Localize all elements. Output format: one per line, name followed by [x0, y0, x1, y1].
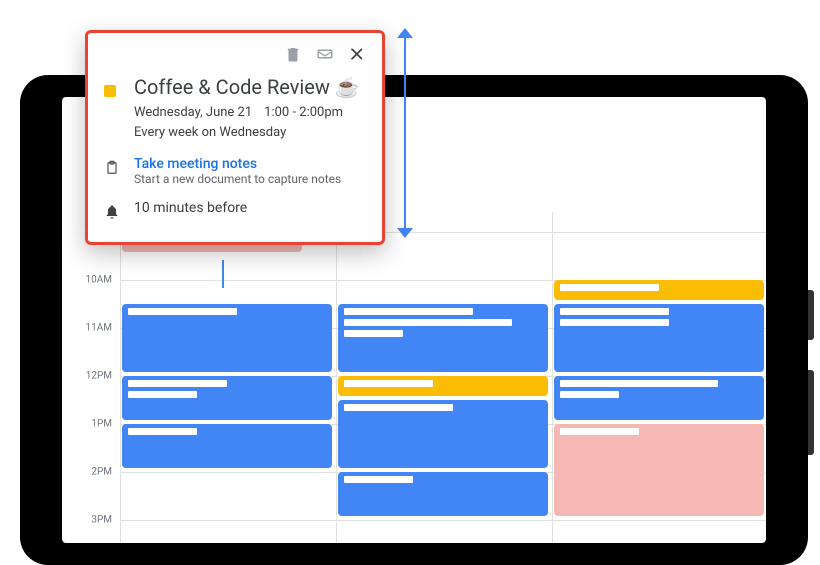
event-title: Coffee & Code Review ☕ — [134, 75, 360, 99]
take-notes-subtitle: Start a new document to capture notes — [134, 172, 341, 186]
calendar-event[interactable] — [122, 424, 332, 468]
calendar-event[interactable] — [338, 376, 548, 396]
time-label: 3PM — [91, 515, 112, 526]
time-label: 2PM — [91, 467, 112, 478]
callout-pointer-line — [222, 260, 224, 288]
event-recurrence: Every week on Wednesday — [134, 123, 360, 143]
calendar-event[interactable] — [554, 280, 764, 300]
reminder-text: 10 minutes before — [134, 200, 247, 216]
close-icon[interactable] — [348, 45, 366, 67]
bell-icon — [104, 204, 120, 220]
time-label: 10AM — [86, 275, 113, 286]
tablet-hw-button-2 — [808, 370, 814, 455]
event-details-popup: Coffee & Code Review ☕ Wednesday, June 2… — [85, 30, 385, 245]
calendar-event[interactable] — [338, 400, 548, 468]
calendar-event[interactable] — [338, 472, 548, 516]
time-label: 11AM — [86, 323, 113, 334]
calendar-event[interactable] — [122, 376, 332, 420]
time-label: 12PM — [86, 371, 112, 382]
resize-indicator-arrow — [395, 28, 415, 238]
clipboard-icon — [104, 160, 120, 176]
calendar-event[interactable] — [554, 376, 764, 420]
calendar-event[interactable] — [122, 304, 332, 372]
email-icon[interactable] — [316, 45, 334, 67]
tablet-hw-button-1 — [808, 290, 814, 340]
calendar-grid[interactable]: 9AM 10AM 11AM 12PM 1PM 2PM 3PM — [62, 232, 766, 543]
take-notes-link[interactable]: Take meeting notes — [134, 156, 341, 172]
delete-icon[interactable] — [284, 45, 302, 67]
calendar-event[interactable] — [554, 424, 764, 516]
time-label: 1PM — [91, 419, 112, 430]
calendar-event[interactable] — [338, 304, 548, 372]
calendar-event[interactable] — [554, 304, 764, 372]
grid-lines — [120, 232, 766, 543]
event-color-swatch — [104, 85, 116, 97]
time-axis: 9AM 10AM 11AM 12PM 1PM 2PM 3PM — [62, 232, 120, 543]
event-datetime: Wednesday, June 211:00 - 2:00pm — [134, 103, 360, 123]
